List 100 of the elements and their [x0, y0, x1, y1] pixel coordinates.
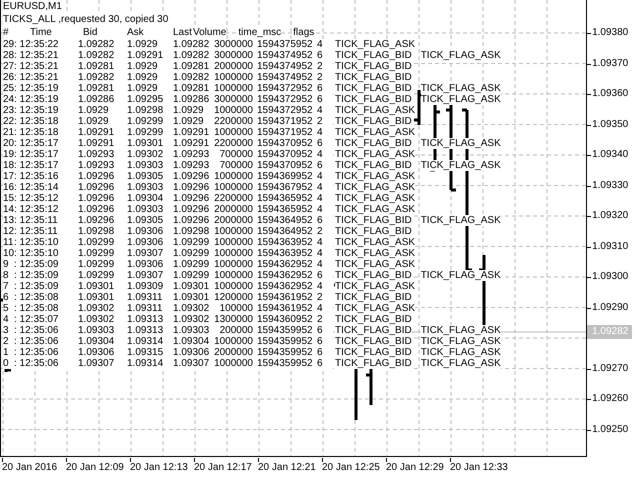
- flag-name: TICK_FLAG_BID: [335, 160, 412, 171]
- flag-name: TICK_FLAG_BID: [335, 94, 412, 105]
- price-label: 1.09340: [592, 148, 628, 162]
- tick-time: : 12:35:19: [14, 94, 78, 105]
- ask-value: 1.09302: [127, 149, 173, 160]
- time-label: 20 Jan 12:13: [130, 461, 188, 475]
- tick-index: 19: [3, 149, 14, 160]
- volume-value: 2000000: [211, 204, 253, 215]
- bid-value: 1.09281: [78, 83, 127, 94]
- ask-value: 1.09306: [127, 237, 173, 248]
- ask-value: 1.09314: [127, 358, 173, 369]
- time-msc-value: 1594359952: [253, 358, 315, 369]
- tick-index: 10: [3, 248, 14, 259]
- last-value: 1.09298: [173, 226, 211, 237]
- column-header: Time: [14, 26, 78, 39]
- flags-value: 6: [315, 215, 333, 226]
- flag-name: TICK_FLAG_ASK: [420, 50, 501, 61]
- tick-index: 17: [3, 171, 14, 182]
- time-msc-value: 1594362952: [253, 270, 315, 281]
- flags-value: 4: [315, 182, 333, 193]
- flag-name: TICK_FLAG_ASK: [420, 160, 501, 171]
- tick-time: : 12:35:17: [14, 149, 78, 160]
- time-label: 20 Jan 12:21: [258, 461, 316, 475]
- flag-name: TICK_FLAG_BID: [335, 83, 412, 94]
- flags-value: 6: [315, 325, 333, 336]
- tick-time: : 12:35:06: [14, 336, 78, 347]
- last-value: 1.09303: [173, 325, 211, 336]
- last-value: 1.09282: [173, 50, 211, 61]
- tick-index: 23: [3, 105, 14, 116]
- tick-index: 29: [3, 39, 14, 50]
- volume-value: 1000000: [211, 336, 253, 347]
- bid-value: 1.09304: [78, 336, 127, 347]
- flags-value: 6: [315, 83, 333, 94]
- last-value: 1.09296: [173, 171, 211, 182]
- bid-value: 1.09299: [78, 237, 127, 248]
- time-msc-value: 1594359952: [253, 336, 315, 347]
- ask-value: 1.0929: [127, 61, 173, 72]
- flag-name: TICK_FLAG_BID: [335, 314, 412, 325]
- column-header: #: [3, 26, 14, 39]
- flag-name: TICK_FLAG_BID: [335, 72, 412, 83]
- flag-name: TICK_FLAG_BID: [335, 292, 412, 303]
- tick-index: 11: [3, 237, 14, 248]
- tick-time: : 12:35:11: [14, 215, 78, 226]
- flag-name: TICK_FLAG_ASK: [335, 39, 416, 50]
- flag-name: TICK_FLAG_ASK: [420, 347, 501, 358]
- tick-time: : 12:35:14: [14, 182, 78, 193]
- flag-name: TICK_FLAG_ASK: [420, 215, 501, 226]
- volume-value: 2000000: [211, 215, 253, 226]
- last-value: 1.09299: [173, 259, 211, 270]
- tick-index: 24: [3, 94, 14, 105]
- flag-name: TICK_FLAG_ASK: [335, 149, 416, 160]
- volume-value: 2200000: [211, 116, 253, 127]
- last-value: 1.09307: [173, 358, 211, 369]
- tick-index: 5: [3, 303, 14, 314]
- summary-text: TICKS_ALL ,requested 30, copied 30: [3, 13, 168, 26]
- flag-name: TICK_FLAG_ASK: [420, 325, 501, 336]
- price-label: 1.09260: [592, 392, 628, 406]
- chart-symbol: EURUSD,M1: [3, 0, 62, 13]
- last-value: 1.09299: [173, 270, 211, 281]
- flag-name: TICK_FLAG_ASK: [420, 358, 501, 369]
- price-label: 1.09330: [592, 178, 628, 192]
- tick-index: 27: [3, 61, 14, 72]
- flags-value: 6: [315, 270, 333, 281]
- tick-time: : 12:35:19: [14, 83, 78, 94]
- flags-value: 4: [315, 303, 333, 314]
- flags-value: 2: [315, 61, 333, 72]
- tick-index: 12: [3, 226, 14, 237]
- bid-value: 1.09299: [78, 270, 127, 281]
- last-value: 1.09304: [173, 336, 211, 347]
- flag-name: TICK_FLAG_ASK: [420, 83, 501, 94]
- flag-name: TICK_FLAG_BID: [335, 358, 412, 369]
- last-value: 1.09302: [173, 314, 211, 325]
- last-value: 1.0929: [173, 116, 211, 127]
- flag-name: TICK_FLAG_ASK: [335, 193, 416, 204]
- last-value: 1.09282: [173, 39, 211, 50]
- ask-value: 1.09295: [127, 94, 173, 105]
- volume-value: 2200000: [211, 138, 253, 149]
- tick-time: : 12:35:06: [14, 358, 78, 369]
- flag-name: TICK_FLAG_ASK: [335, 127, 416, 138]
- volume-value: 2000000: [211, 61, 253, 72]
- tick-index: 2: [3, 336, 14, 347]
- column-header: Ask: [127, 26, 173, 39]
- flag-name: TICK_FLAG_ASK: [420, 138, 501, 149]
- time-msc-value: 1594370952: [253, 160, 315, 171]
- price-label: 1.09270: [592, 362, 628, 376]
- time-label: 20 Jan 12:33: [450, 461, 508, 475]
- tick-index: 18: [3, 160, 14, 171]
- flag-name: TICK_FLAG_BID: [335, 347, 412, 358]
- last-value: 1.09282: [173, 72, 211, 83]
- bid-value: 1.09281: [78, 61, 127, 72]
- bid-value: 1.09303: [78, 325, 127, 336]
- flag-name: TICK_FLAG_ASK: [420, 270, 501, 281]
- volume-value: 3000000: [211, 94, 253, 105]
- last-value: 1.09296: [173, 215, 211, 226]
- flag-name: TICK_FLAG_BID: [335, 138, 412, 149]
- tick-index: 22: [3, 116, 14, 127]
- last-value: 1.09301: [173, 292, 211, 303]
- flags-value: 6: [315, 94, 333, 105]
- flag-name: TICK_FLAG_ASK: [420, 94, 501, 105]
- time-msc-value: 1594374952: [253, 61, 315, 72]
